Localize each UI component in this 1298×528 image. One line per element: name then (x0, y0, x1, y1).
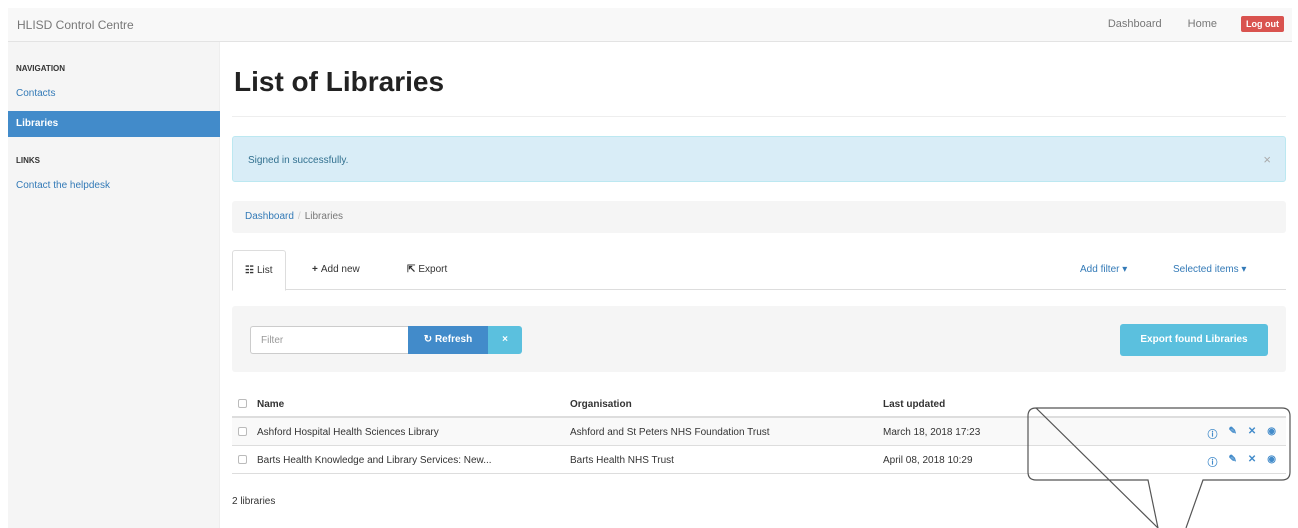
breadcrumb: Dashboard / Libraries (232, 201, 1286, 233)
nav-links: Dashboard Home Log out (1082, 16, 1284, 32)
refresh-icon: ↻ (423, 334, 435, 345)
delete-icon[interactable]: ✕ (1248, 426, 1256, 441)
delete-icon[interactable]: ✕ (1248, 454, 1256, 469)
filter-input[interactable] (250, 326, 408, 354)
sidebar-heading-navigation: NAVIGATION (16, 64, 66, 73)
row-name[interactable]: Barts Health Knowledge and Library Servi… (257, 455, 562, 466)
page-title: List of Libraries (234, 66, 445, 97)
refresh-button[interactable]: ↻ Refresh (408, 326, 488, 354)
edit-icon[interactable]: ✎ (1228, 426, 1236, 441)
table-row: Barts Health Knowledge and Library Servi… (232, 446, 1286, 474)
view-icon[interactable]: ◉ (1267, 426, 1276, 441)
top-navbar: HLISD Control Centre Dashboard Home Log … (8, 8, 1292, 42)
action-tabs: ☷ List + Add new ⇱ Export Add filter ▾ Sele… (232, 250, 1286, 291)
tab-list[interactable]: ☷ List (232, 250, 286, 291)
row-last-updated: April 08, 2018 10:29 (883, 455, 973, 466)
title-divider (232, 116, 1286, 117)
logout-button[interactable]: Log out (1241, 16, 1284, 32)
sidebar: NAVIGATION Contacts Libraries LINKS Cont… (8, 42, 220, 528)
alert-close-icon[interactable]: × (1263, 152, 1271, 167)
export-icon: ⇱ (407, 264, 416, 275)
table-header-row: Name Organisation Last updated (232, 390, 1286, 418)
sidebar-link-helpdesk[interactable]: Contact the helpdesk (8, 173, 220, 199)
filter-bar: ↻ Refresh × Export found Libraries (232, 306, 1286, 372)
select-all-checkbox[interactable] (238, 399, 247, 408)
nav-link-home[interactable]: Home (1188, 18, 1217, 30)
info-icon[interactable]: ⓘ (1207, 426, 1217, 441)
row-last-updated: March 18, 2018 17:23 (883, 427, 981, 438)
row-organisation: Ashford and St Peters NHS Foundation Tru… (570, 427, 770, 438)
header-last-updated[interactable]: Last updated (883, 399, 945, 410)
view-icon[interactable]: ◉ (1267, 454, 1276, 469)
alert-message: Signed in successfully. (248, 155, 349, 166)
sidebar-heading-links: LINKS (16, 156, 40, 165)
breadcrumb-separator: / (297, 211, 301, 222)
row-organisation: Barts Health NHS Trust (570, 455, 674, 466)
breadcrumb-dashboard[interactable]: Dashboard (245, 211, 294, 222)
plus-icon: + (312, 264, 318, 275)
table-row: Ashford Hospital Health Sciences Library… (232, 418, 1286, 446)
selected-items-dropdown[interactable]: Selected items ▾ (1173, 250, 1246, 290)
list-icon: ☷ (245, 265, 254, 276)
clear-filter-button[interactable]: × (488, 326, 522, 354)
add-filter-dropdown[interactable]: Add filter ▾ (1080, 250, 1127, 290)
row-actions: ⓘ ✎ ✕ ◉ (1196, 426, 1276, 441)
export-found-button[interactable]: Export found Libraries (1120, 324, 1268, 356)
row-checkbox[interactable] (238, 455, 247, 464)
tab-add-new[interactable]: + Add new (312, 250, 360, 290)
row-checkbox[interactable] (238, 427, 247, 436)
header-organisation[interactable]: Organisation (570, 399, 632, 410)
success-alert: Signed in successfully. × (232, 136, 1286, 182)
sidebar-item-libraries[interactable]: Libraries (8, 111, 220, 137)
results-count: 2 libraries (232, 496, 276, 507)
info-icon[interactable]: ⓘ (1207, 454, 1217, 469)
header-name[interactable]: Name (257, 399, 284, 410)
row-actions: ⓘ ✎ ✕ ◉ (1196, 454, 1276, 469)
row-name[interactable]: Ashford Hospital Health Sciences Library (257, 427, 562, 438)
sidebar-item-contacts[interactable]: Contacts (8, 81, 220, 107)
edit-icon[interactable]: ✎ (1228, 454, 1236, 469)
tab-export[interactable]: ⇱ Export (407, 250, 447, 290)
brand-title[interactable]: HLISD Control Centre (17, 18, 134, 32)
breadcrumb-current: Libraries (304, 211, 344, 222)
nav-link-dashboard[interactable]: Dashboard (1108, 18, 1162, 30)
